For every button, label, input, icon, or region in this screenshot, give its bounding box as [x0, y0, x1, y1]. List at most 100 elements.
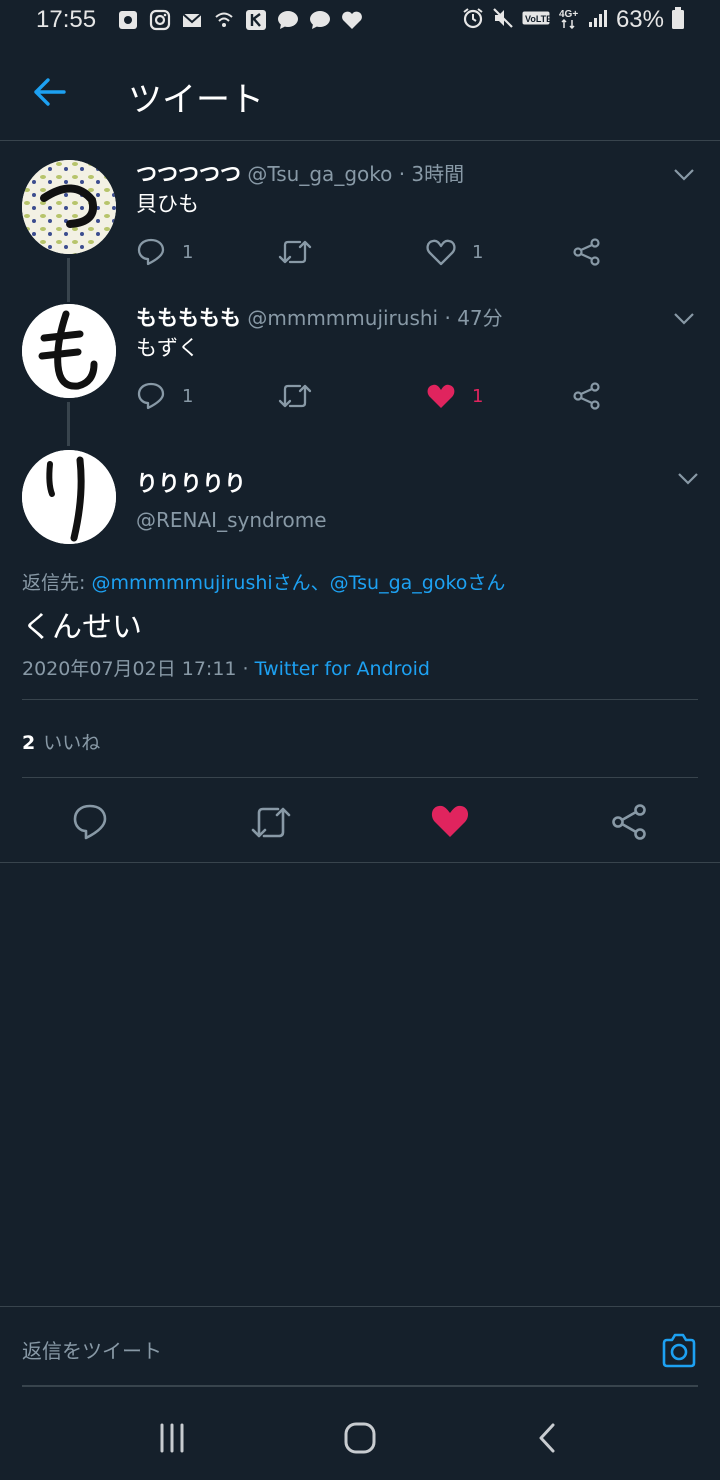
replying-to-label: 返信先: [22, 572, 92, 594]
system-back-button[interactable] [528, 1418, 568, 1458]
heart-filled-icon [427, 384, 455, 408]
status-bar: 17:55 VoLTE 4G+ 63% [0, 0, 720, 44]
divider [0, 862, 720, 863]
chevron-down-icon[interactable] [672, 164, 696, 184]
display-name[interactable]: りりりりり [136, 466, 246, 498]
reply-button[interactable] [70, 802, 110, 842]
tweet-text: くんせい [22, 610, 142, 645]
avatar[interactable] [22, 304, 116, 398]
share-icon [573, 238, 600, 266]
display-name[interactable]: ももももも [136, 306, 241, 330]
svg-text:4G+: 4G+ [559, 9, 578, 20]
home-button[interactable] [340, 1418, 380, 1458]
likes-count: 2 [22, 732, 36, 754]
reply-count: 1 [182, 385, 194, 407]
tweet-text: 貝ひも [136, 192, 199, 216]
main-tweet-actions [0, 790, 720, 854]
chat-bubble-icon [308, 8, 332, 32]
likes-label: いいね [43, 732, 101, 754]
tweet-source[interactable]: Twitter for Android [255, 658, 430, 680]
page-title: ツイート [128, 80, 264, 120]
back-icon [539, 1423, 555, 1453]
camera-icon [662, 1333, 696, 1368]
avatar[interactable] [22, 450, 116, 544]
retweet-button[interactable] [278, 232, 312, 272]
divider [22, 699, 698, 700]
thread-tweet[interactable]: つつつつつ @Tsu_ga_goko · 3時間 貝ひも 1 1 [0, 142, 720, 286]
heart-filled-icon [431, 805, 469, 837]
reply-icon [137, 382, 165, 410]
tweet-actions: 1 1 [136, 376, 616, 416]
like-button[interactable] [430, 802, 470, 842]
system-icons: VoLTE 4G+ 63% [462, 6, 684, 34]
like-count: 1 [472, 241, 484, 263]
tweet-actions: 1 1 [136, 232, 616, 272]
recent-apps-button[interactable] [152, 1418, 192, 1458]
handle[interactable]: @RENAI_syndrome [136, 508, 327, 532]
mute-icon [492, 7, 514, 33]
tweet-text: もずく [136, 336, 199, 360]
share-icon [612, 804, 646, 840]
handle[interactable]: @mmmmmujirushi [247, 306, 438, 330]
system-nav-bar [0, 1396, 720, 1480]
display-name[interactable]: つつつつつ [136, 162, 241, 186]
retweet-button[interactable] [278, 376, 312, 416]
signal-icon [588, 8, 608, 32]
tweet-date: 2020年07月02日 17:11 · [22, 658, 255, 680]
tweet-header: つつつつつ @Tsu_ga_goko · 3時間 [136, 158, 464, 188]
share-button[interactable] [572, 376, 602, 416]
divider [22, 777, 698, 778]
likes-summary[interactable]: 2 いいね [22, 728, 100, 755]
share-button[interactable] [572, 232, 602, 272]
reply-input[interactable] [22, 1339, 622, 1363]
chat-bubble-icon [276, 8, 300, 32]
reply-button[interactable]: 1 [136, 376, 193, 416]
heart-outline-icon [426, 239, 456, 266]
reply-count: 1 [182, 241, 194, 263]
avatar[interactable] [22, 160, 116, 254]
mail-icon [180, 8, 204, 32]
timestamp: · 47分 [444, 306, 503, 330]
wifi-calling-icon [212, 8, 236, 32]
retweet-icon [278, 384, 312, 408]
handle[interactable]: @Tsu_ga_goko [247, 162, 392, 186]
app-icon [244, 8, 268, 32]
share-icon [573, 382, 600, 410]
camera-button[interactable] [660, 1333, 698, 1369]
retweet-icon [251, 807, 291, 838]
retweet-button[interactable] [250, 802, 291, 842]
like-button[interactable]: 1 [426, 376, 483, 416]
4g-icon: 4G+ [558, 7, 580, 33]
tweet-header: ももももも @mmmmmujirushi · 47分 [136, 302, 503, 332]
battery-percent: 63% [615, 6, 664, 33]
thread-tweet[interactable]: ももももも @mmmmmujirushi · 47分 もずく 1 1 [0, 286, 720, 430]
chevron-down-icon[interactable] [676, 468, 700, 488]
heart-icon [340, 8, 364, 32]
tweet-meta: 2020年07月02日 17:11 · Twitter for Android [22, 654, 430, 681]
reply-button[interactable]: 1 [136, 232, 193, 272]
status-time: 17:55 [36, 6, 97, 33]
share-button[interactable] [610, 802, 650, 842]
chevron-down-icon[interactable] [672, 308, 696, 328]
alarm-icon [462, 7, 484, 33]
battery-icon [672, 7, 684, 33]
like-count: 1 [472, 385, 484, 407]
recent-apps-icon [160, 1423, 184, 1453]
timestamp: · 3時間 [398, 162, 465, 186]
app-header: ツイート [0, 44, 720, 141]
volte-icon: VoLTE [522, 10, 552, 30]
arrow-left-icon [34, 78, 66, 106]
back-button[interactable] [30, 74, 70, 110]
retweet-icon [278, 240, 312, 264]
reply-icon [137, 238, 165, 266]
replying-to: 返信先: @mmmmmujirushiさん、@Tsu_ga_gokoさん [22, 568, 505, 595]
instagram-icon [148, 8, 172, 32]
replying-to-users[interactable]: @mmmmmujirushiさん、@Tsu_ga_gokoさん [91, 572, 505, 594]
like-button[interactable]: 1 [426, 232, 483, 272]
reply-icon [73, 804, 107, 840]
input-underline [22, 1385, 698, 1387]
svg-text:VoLTE: VoLTE [525, 14, 550, 24]
reply-composer [0, 1306, 720, 1397]
notification-icon [116, 8, 140, 32]
notification-icons [116, 8, 364, 32]
